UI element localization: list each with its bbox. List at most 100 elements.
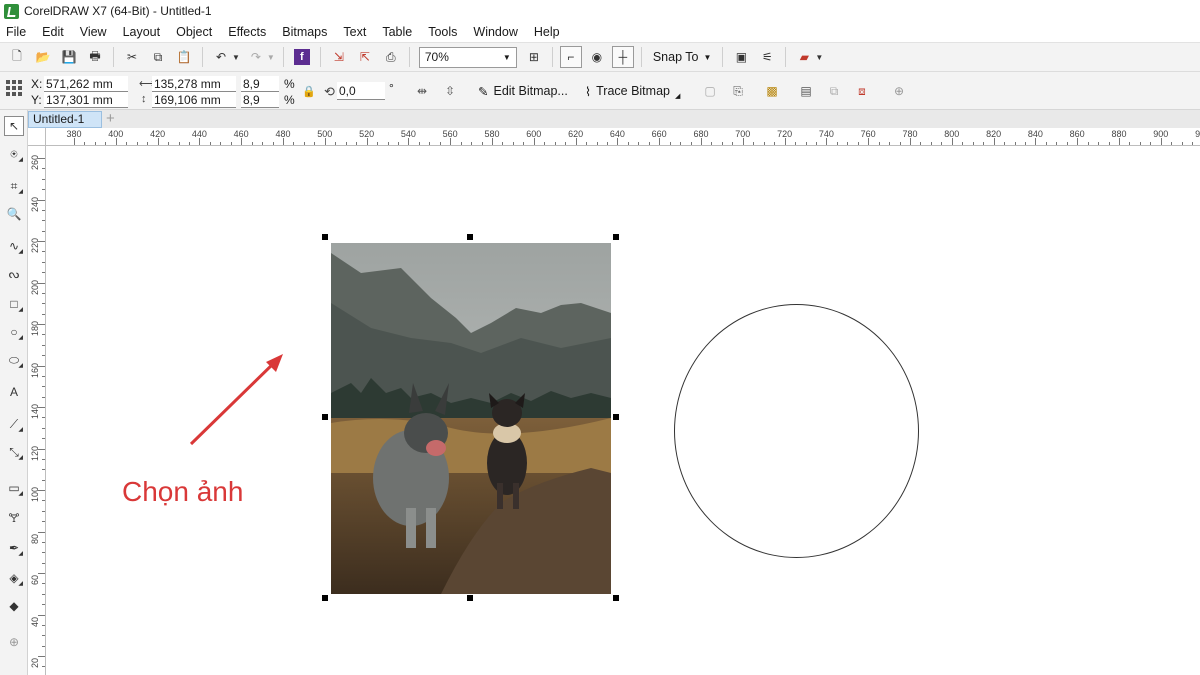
interactive-fill-tool-icon[interactable]: ◈ ◢ [4, 568, 24, 588]
polygon-tool-icon[interactable]: ⬭ ◢ [4, 350, 24, 370]
vertical-ruler[interactable]: 260 240 220 200 180 160 140 120 100 80 60 40 20 [28, 146, 46, 675]
selection-handle-top-left[interactable] [322, 234, 328, 240]
ruler-tick [878, 142, 880, 145]
transparency-tool-icon[interactable]: 🝖 [4, 506, 24, 526]
parallel-dimension-tool-icon[interactable]: ⟋ ◢ [4, 414, 24, 434]
menu-help[interactable]: Help [526, 25, 568, 39]
export-icon[interactable]: ⇱ [354, 46, 376, 68]
menu-window[interactable]: Window [465, 25, 525, 39]
resample-icon[interactable]: ⎘ [729, 82, 747, 100]
paste-icon[interactable]: 📋 [173, 46, 195, 68]
selection-handle-bottom-center[interactable] [467, 595, 473, 601]
menu-edit[interactable]: Edit [34, 25, 72, 39]
undo-dropdown-icon[interactable]: ▼ [232, 53, 240, 62]
shape-tool-icon[interactable]: ⍟ ◢ [4, 144, 24, 164]
save-icon[interactable]: 💾 [58, 46, 80, 68]
cut-icon[interactable]: ✂ [121, 46, 143, 68]
menu-tools[interactable]: Tools [420, 25, 465, 39]
rotation-angle-field[interactable]: 0,0 [337, 82, 385, 100]
edit-bitmap-button[interactable]: ✎ Edit Bitmap... [478, 80, 568, 102]
ruler-tick [930, 142, 932, 145]
publish-pdf-icon[interactable]: ⎙ [380, 46, 402, 68]
new-document-icon[interactable]: 🗋 [6, 46, 28, 68]
convert-to-curves-icon[interactable]: ⧈ [853, 82, 871, 100]
show-guidelines-icon[interactable]: ┼ [611, 46, 634, 68]
drawing-canvas[interactable] [47, 147, 1200, 675]
freehand-tool-icon[interactable]: ∿ ◢ [4, 236, 24, 256]
menu-text[interactable]: Text [335, 25, 374, 39]
redo-dropdown-icon[interactable]: ▼ [267, 53, 275, 62]
selected-dog-photo[interactable] [331, 243, 611, 594]
copy-icon[interactable]: ⧉ [147, 46, 169, 68]
launcher-dropdown-icon[interactable]: ▼ [815, 53, 823, 62]
tab-untitled-1[interactable]: Untitled-1 [28, 111, 102, 128]
menu-effects[interactable]: Effects [220, 25, 274, 39]
rectangle-tool-icon[interactable]: □ ◢ [4, 294, 24, 314]
mirror-horizontal-icon[interactable]: ⇹ [413, 82, 431, 100]
trace-bitmap-button[interactable]: ⌇ Trace Bitmap ◢ [585, 80, 680, 102]
zoom-level-select[interactable]: 70% ▼ [418, 46, 517, 68]
ellipse-tool-icon[interactable]: ○ ◢ [4, 322, 24, 342]
selection-handle-top-center[interactable] [467, 234, 473, 240]
menu-layout[interactable]: Layout [115, 25, 169, 39]
undo-icon[interactable]: ↶ [210, 46, 232, 68]
print-icon[interactable]: 🖶 [84, 46, 106, 68]
ellipse-shape[interactable] [674, 304, 919, 558]
ruler-tick [42, 604, 45, 606]
artistic-media-tool-icon[interactable]: ᔓ [4, 264, 24, 284]
menu-object[interactable]: Object [168, 25, 220, 39]
drop-shadow-tool-icon[interactable]: ▭ ◢ [4, 478, 24, 498]
redo-icon[interactable]: ↷ [245, 46, 267, 68]
menu-table[interactable]: Table [374, 25, 420, 39]
lock-ratio-icon[interactable]: 🔒 [302, 85, 316, 98]
selection-handle-bottom-right[interactable] [613, 595, 619, 601]
zoom-tool-icon[interactable]: 🔍 [4, 204, 24, 224]
bitmap-color-mask-icon[interactable]: ▩ [763, 82, 781, 100]
scale-x-field[interactable]: 8,9 [241, 76, 279, 92]
annotation-label: Chọn ảnh [122, 476, 244, 507]
selection-handle-top-right[interactable] [613, 234, 619, 240]
eyedropper-tool-icon[interactable]: ✒ ◢ [4, 538, 24, 558]
import-icon[interactable]: ⇲ [328, 46, 350, 68]
ruler-origin[interactable] [28, 128, 46, 146]
reference-point-icon[interactable] [6, 78, 22, 96]
menu-bitmaps[interactable]: Bitmaps [274, 25, 335, 39]
connector-tool-icon[interactable]: ⤡ ◢ [4, 442, 24, 462]
property-bar: X: 571,262 mm Y: 137,301 mm ⟷ 135,278 mm… [0, 72, 1200, 110]
height-field[interactable]: 169,106 mm [152, 92, 236, 108]
show-rulers-icon[interactable]: ⌐ [559, 46, 582, 68]
wrap-text-icon[interactable]: ▤ [797, 82, 815, 100]
new-tab-plus-icon[interactable]: + [106, 110, 115, 128]
pick-tool-icon[interactable]: ↖ [4, 116, 24, 136]
search-content-icon[interactable]: f [291, 46, 313, 68]
dog-photo-image [331, 243, 611, 594]
full-screen-preview-icon[interactable]: ⊞ [523, 46, 545, 68]
welcome-screen-icon[interactable]: ▣ [730, 46, 752, 68]
ruler-tick [356, 142, 358, 145]
text-tool-icon[interactable]: A [4, 382, 24, 402]
mirror-vertical-icon[interactable]: ⇳ [441, 82, 459, 100]
y-position-field[interactable]: 137,301 mm [44, 92, 128, 108]
chevron-down-icon: ▼ [703, 52, 712, 62]
selection-handle-bottom-left[interactable] [322, 595, 328, 601]
x-position-field[interactable]: 571,262 mm [44, 76, 128, 92]
title-bar: CorelDRAW X7 (64-Bit) - Untitled-1 [0, 0, 1200, 22]
snap-to-dropdown[interactable]: Snap To ▼ [647, 50, 718, 64]
add-icon[interactable]: ⊕ [890, 82, 908, 100]
show-grid-icon[interactable]: ◉ [586, 46, 608, 68]
selection-handle-middle-right[interactable] [613, 414, 619, 420]
smart-fill-tool-icon[interactable]: ◆ [4, 596, 24, 616]
scale-y-field[interactable]: 8,9 [241, 92, 279, 108]
quick-trace-icon[interactable]: ⧉ [825, 82, 843, 100]
width-field[interactable]: 135,278 mm [152, 76, 236, 92]
menu-file[interactable]: File [0, 25, 34, 39]
open-folder-icon[interactable]: 📂 [32, 46, 54, 68]
menu-view[interactable]: View [72, 25, 115, 39]
application-launcher-icon[interactable]: ▰ [793, 46, 815, 68]
options-icon[interactable]: ⚟ [756, 46, 778, 68]
add-tool-icon[interactable]: ⊕ [4, 632, 24, 652]
selection-handle-middle-left[interactable] [322, 414, 328, 420]
crop-tool-icon[interactable]: ⌗ ◢ [4, 176, 24, 196]
horizontal-ruler[interactable]: 380 400 420 440 460 480 500 520 540 560 580 600 620 6… [46, 128, 1200, 146]
crop-bitmap-icon[interactable]: ▢ [701, 82, 719, 100]
